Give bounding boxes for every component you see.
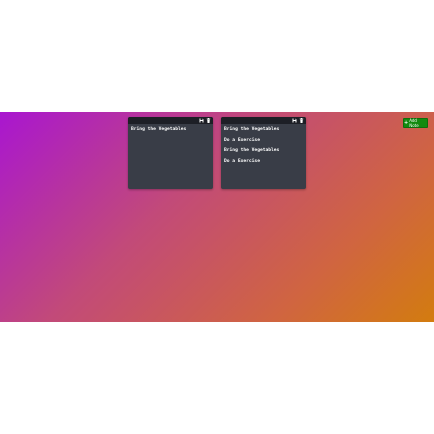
save-icon[interactable]: [292, 118, 297, 123]
note-card: Bring the Vegetables: [128, 117, 213, 189]
trash-icon[interactable]: [206, 118, 211, 123]
trash-icon[interactable]: [299, 118, 304, 123]
note-header: [221, 117, 306, 124]
note-line: Bring the Vegetables: [224, 148, 280, 153]
note-line: Do a Exercise: [224, 158, 260, 164]
note-line: Bring the Vegetables: [224, 127, 280, 132]
add-note-label: Add Note: [409, 118, 419, 128]
note-line: Bring the Vegetables: [131, 127, 187, 132]
note-text[interactable]: Bring the Vegetables: [128, 124, 213, 143]
app-background: [0, 112, 434, 322]
plus-icon: +: [404, 119, 409, 126]
add-note-button[interactable]: + Add Note: [403, 118, 428, 128]
note-card: Bring the Vegetables Do a Exercise Bring…: [221, 117, 306, 189]
note-text[interactable]: Bring the Vegetables Do a Exercise Bring…: [221, 124, 306, 174]
save-icon[interactable]: [199, 118, 204, 123]
note-line: Do a Exercise: [224, 137, 260, 143]
note-header: [128, 117, 213, 124]
